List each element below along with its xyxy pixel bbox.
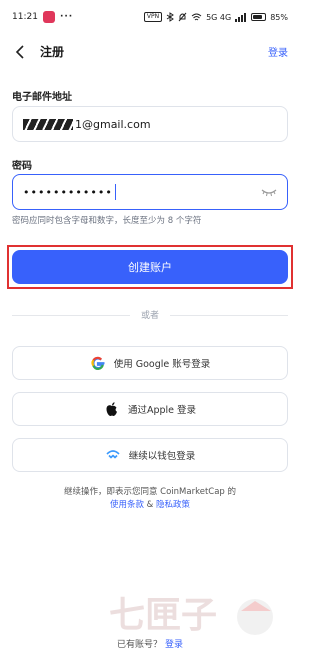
bluetooth-icon <box>166 12 174 22</box>
apple-icon <box>106 402 117 416</box>
terms-of-use-link[interactable]: 使用条款 <box>110 500 144 510</box>
footer-question: 已有账号？ <box>117 640 163 650</box>
email-value: 1@gmail.com <box>75 117 151 131</box>
apple-login-label: 通过Apple 登录 <box>127 405 197 416</box>
password-label: 密码 <box>12 161 32 172</box>
email-label: 电子邮件地址 <box>12 92 72 103</box>
wallet-login-button[interactable]: 继续以钱包登录 <box>12 438 288 472</box>
nav-bar: 注册 登录 <box>0 34 300 70</box>
apple-login-button[interactable]: 通过Apple 登录 <box>12 392 288 426</box>
create-account-button[interactable]: 创建账户 <box>12 250 288 284</box>
password-field[interactable]: •••••••••••• <box>12 174 288 210</box>
wallet-login-label: 继续以钱包登录 <box>128 451 196 462</box>
network-type: 5G 4G <box>206 12 232 22</box>
watermark-text: 七匣子 <box>109 595 217 636</box>
login-link[interactable]: 登录 <box>268 44 288 59</box>
google-login-button[interactable]: 使用 Google 账号登录 <box>12 346 288 380</box>
battery-percent: 85% <box>270 12 288 22</box>
hide-password-icon[interactable] <box>261 186 277 198</box>
signal-icon <box>235 12 247 22</box>
watermark-logo: 七匣子 <box>109 595 273 636</box>
email-field[interactable]: 1@gmail.com <box>12 106 288 142</box>
wallet-connect-icon <box>106 450 120 459</box>
google-icon <box>91 356 105 371</box>
battery-level-fill <box>253 15 263 19</box>
redacted-email-prefix <box>23 118 73 130</box>
password-value: •••••••••••• <box>23 185 113 199</box>
password-hint: 密码应同时包含字母和数字，长度至少为 8 个字符 <box>12 216 202 226</box>
footer: 已有账号？ 登录 <box>0 637 300 650</box>
vpn-icon: VPN <box>143 12 163 22</box>
terms-and: & <box>146 500 154 510</box>
footer-login-link[interactable]: 登录 <box>165 640 183 650</box>
terms-notice: 继续操作，即表示您同意 CoinMarketCap 的 使用条款 & 隐私政策 <box>0 486 300 512</box>
battery-icon <box>251 13 267 21</box>
or-divider: 或者 <box>12 308 288 322</box>
wifi-icon <box>191 13 202 20</box>
page-title: 注册 <box>40 45 65 59</box>
text-cursor <box>114 184 116 200</box>
divider-text: 或者 <box>140 311 159 321</box>
back-arrow-icon[interactable] <box>12 43 30 61</box>
mute-icon <box>178 12 187 22</box>
more-notifications-icon: ··· <box>59 12 74 22</box>
status-bar: 11:21 ··· VPN 5G 4G 85% <box>0 0 300 34</box>
google-login-label: 使用 Google 账号登录 <box>113 359 211 370</box>
privacy-policy-link[interactable]: 隐私政策 <box>156 500 190 510</box>
app-notification-icon <box>42 11 55 23</box>
status-time: 11:21 <box>12 12 38 22</box>
terms-prefix: 继续操作，即表示您同意 CoinMarketCap 的 <box>63 487 237 497</box>
